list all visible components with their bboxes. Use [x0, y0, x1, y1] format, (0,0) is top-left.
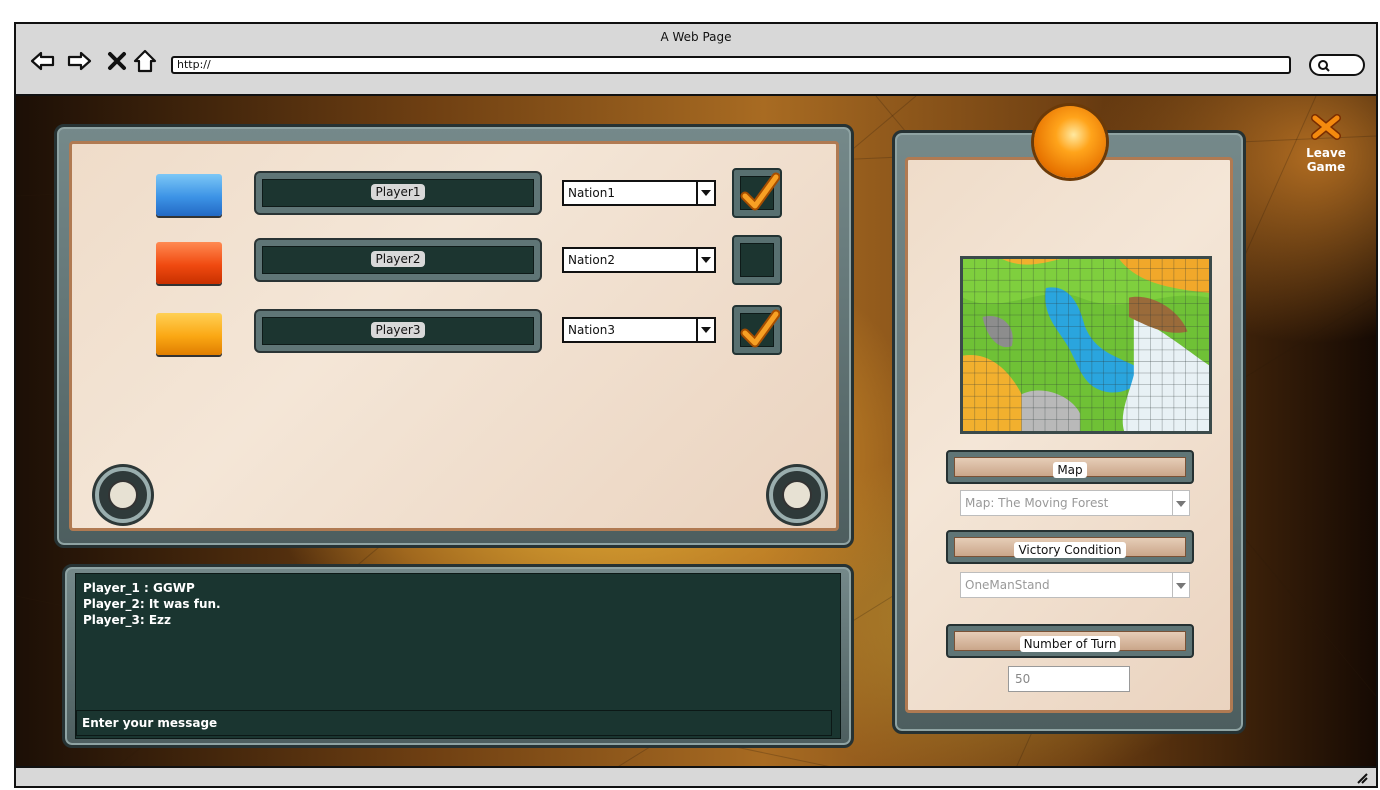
browser-window: A Web Page http:// Player1 Nation1 Playe… — [14, 22, 1378, 788]
number-of-turn-input[interactable]: 50 — [1008, 666, 1130, 692]
players-panel: Player1 Nation1 Player2 Nation2 Player3 … — [54, 124, 854, 548]
number-of-turn-label: Number of Turn — [1019, 636, 1121, 652]
browser-toolbar: A Web Page http:// — [16, 24, 1376, 96]
settings-parchment: Map Map: The Moving Forest Victory Condi… — [905, 157, 1233, 713]
player-name-label: Player3 — [370, 322, 426, 338]
window-title: A Web Page — [660, 30, 732, 44]
map-section-header: Map — [946, 450, 1194, 484]
checkmark-icon — [740, 309, 780, 348]
victory-condition-label: Victory Condition — [1014, 542, 1126, 558]
player-name-field[interactable]: Player1 — [254, 171, 542, 215]
home-icon[interactable] — [132, 48, 158, 74]
chevron-down-icon — [1172, 573, 1189, 597]
chat-log: Player_1 : GGWP Player_2: It was fun. Pl… — [75, 573, 841, 739]
players-parchment: Player1 Nation1 Player2 Nation2 Player3 … — [69, 141, 839, 531]
orb-gem-icon — [1034, 106, 1106, 178]
nation-select[interactable]: Nation2 — [562, 247, 716, 273]
player-name-label: Player1 — [370, 184, 426, 200]
url-input[interactable]: http:// — [171, 56, 1291, 74]
victory-condition-select[interactable]: OneManStand — [960, 572, 1190, 598]
chat-message: Player_3: Ezz — [83, 613, 172, 627]
map-label: Map — [1053, 462, 1087, 478]
game-lobby-screen: Player1 Nation1 Player2 Nation2 Player3 … — [16, 96, 1376, 768]
map-select-value: Map: The Moving Forest — [965, 496, 1109, 510]
ready-checkbox[interactable] — [732, 235, 782, 285]
chat-panel: Player_1 : GGWP Player_2: It was fun. Pl… — [62, 564, 854, 748]
corner-ring-ornament — [769, 467, 825, 523]
checkmark-icon — [740, 172, 780, 211]
chat-message: Player_2: It was fun. — [83, 597, 221, 611]
map-select[interactable]: Map: The Moving Forest — [960, 490, 1190, 516]
browser-search-box[interactable] — [1309, 54, 1365, 76]
leave-game-button[interactable]: Leave Game — [1286, 114, 1366, 174]
stop-x-icon[interactable] — [104, 48, 130, 74]
leave-game-label: Leave Game — [1306, 146, 1346, 174]
nation-value: Nation1 — [568, 186, 615, 200]
back-arrow-icon[interactable] — [30, 48, 56, 74]
leave-x-icon — [1311, 114, 1341, 140]
resize-grip-icon[interactable] — [1354, 770, 1368, 784]
nation-select[interactable]: Nation3 — [562, 317, 716, 343]
map-preview-thumbnail — [960, 256, 1212, 434]
ready-checkbox[interactable] — [732, 305, 782, 355]
search-icon — [1318, 60, 1330, 72]
forward-arrow-icon[interactable] — [66, 48, 92, 74]
turns-section-header: Number of Turn — [946, 624, 1194, 658]
player-color-swatch[interactable] — [156, 174, 222, 216]
player-name-field[interactable]: Player2 — [254, 238, 542, 282]
victory-section-header: Victory Condition — [946, 530, 1194, 564]
chat-message-input[interactable]: Enter your message — [76, 710, 832, 736]
chevron-down-icon — [1172, 491, 1189, 515]
player-color-swatch[interactable] — [156, 242, 222, 284]
chevron-down-icon — [696, 182, 714, 204]
player-name-field[interactable]: Player3 — [254, 309, 542, 353]
player-color-swatch[interactable] — [156, 313, 222, 355]
browser-status-bar — [16, 766, 1376, 786]
chevron-down-icon — [696, 319, 714, 341]
corner-ring-ornament — [95, 467, 151, 523]
nation-select[interactable]: Nation1 — [562, 180, 716, 206]
game-settings-panel: Map Map: The Moving Forest Victory Condi… — [892, 130, 1246, 734]
chevron-down-icon — [696, 249, 714, 271]
nation-value: Nation3 — [568, 323, 615, 337]
player-name-label: Player2 — [370, 251, 426, 267]
chat-message: Player_1 : GGWP — [83, 581, 195, 595]
victory-condition-value: OneManStand — [965, 578, 1050, 592]
nation-value: Nation2 — [568, 253, 615, 267]
ready-checkbox[interactable] — [732, 168, 782, 218]
